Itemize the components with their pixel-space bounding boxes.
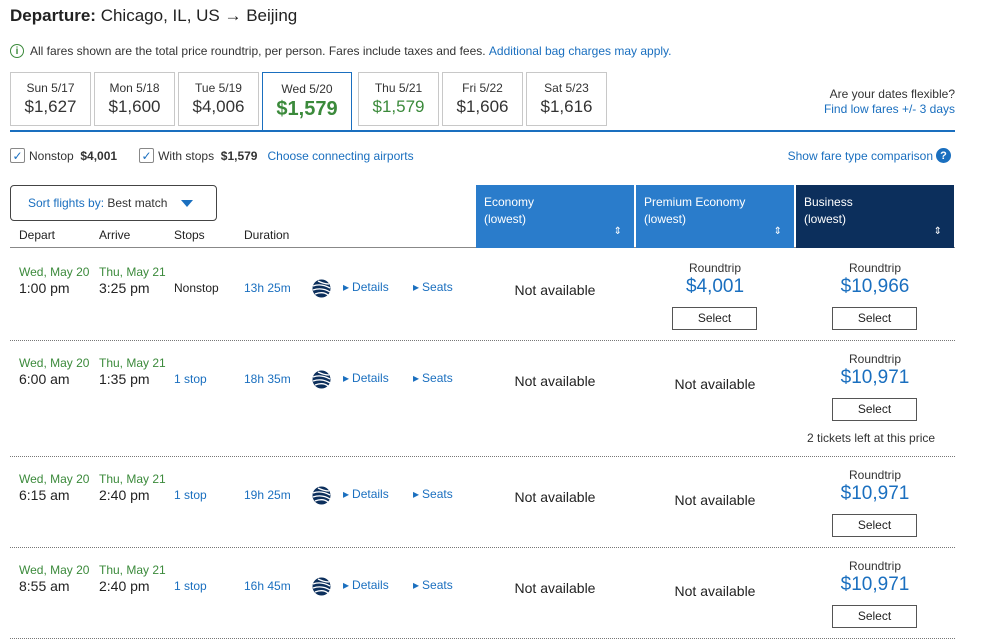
business-price: $10,966 [840,276,910,297]
economy-not-available: Not available [514,373,596,389]
fare-info-text: All fares shown are the total price roun… [30,44,486,58]
arrive-date: Thu, May 21 [99,356,166,370]
nonstop-checkbox[interactable]: ✓ [10,148,25,163]
date-tab[interactable]: Thu 5/21 $1,579 [358,72,439,126]
help-icon[interactable]: ? [936,148,951,163]
stops-label[interactable]: 1 stop [174,372,207,386]
stop-filters: ✓ Nonstop $4,001 ✓ With stops $1,579 Cho… [10,148,414,163]
sort-arrows-icon: ⇕ [933,226,942,237]
row-divider [10,547,955,548]
premium-not-available: Not available [674,583,756,599]
depart-date: Wed, May 20 [19,563,90,577]
arrive-time: 2:40 pm [99,487,150,503]
row-divider [10,638,955,639]
find-low-fares-link[interactable]: Find low fares +/- 3 days [824,102,955,117]
date-tab[interactable]: Sat 5/23 $1,616 [526,72,607,126]
depart-time: 6:15 am [19,487,70,503]
premium-not-available: Not available [674,376,756,392]
stops-label[interactable]: 1 stop [174,579,207,593]
col-arrive[interactable]: Arrive [99,228,130,242]
row-divider [10,456,955,457]
sort-arrows-icon: ⇕ [613,226,622,237]
business-roundtrip-label: Roundtrip [848,468,902,482]
chevron-down-icon [181,199,194,207]
sort-dropdown[interactable]: Sort flights by: Best match [10,185,217,221]
depart-date: Wed, May 20 [19,265,90,279]
depart-date: Wed, May 20 [19,356,90,370]
bag-charges-link[interactable]: Additional bag charges may apply. [489,44,672,58]
business-price: $10,971 [840,574,910,595]
arrive-time: 3:25 pm [99,280,150,296]
economy-not-available: Not available [514,580,596,596]
duration: 16h 45m [244,579,291,593]
date-tabs-underline [10,130,955,132]
seats-link[interactable]: Seats [413,578,453,592]
col-duration[interactable]: Duration [244,228,289,242]
business-price: $10,971 [840,367,910,388]
details-link[interactable]: Details [343,487,389,501]
premium-price: $4,001 [685,276,745,297]
date-tab[interactable]: Mon 5/18 $1,600 [94,72,175,126]
cabin-premium-header[interactable]: Premium Economy (lowest) ⇕ [636,185,794,248]
depart-time: 6:00 am [19,371,70,387]
date-tab[interactable]: Tue 5/19 $4,006 [178,72,259,126]
seats-left-note: 2 tickets left at this price [807,431,936,445]
fare-comparison[interactable]: Show fare type comparison ? [788,148,951,163]
date-tab[interactable]: Wed 5/20 $1,579 [262,72,352,132]
depart-date: Wed, May 20 [19,472,90,486]
arrive-date: Thu, May 21 [99,472,166,486]
withstops-checkbox[interactable]: ✓ [139,148,155,163]
seats-link[interactable]: Seats [413,280,453,294]
depart-time: 1:00 pm [19,280,70,296]
details-link[interactable]: Details [343,578,389,592]
info-icon: i [10,44,24,58]
business-select-button[interactable]: Select [832,605,917,628]
duration: 19h 25m [244,488,291,502]
page-title: Departure: Chicago, IL, US → Beijing [10,6,298,25]
duration: 13h 25m [244,281,291,295]
fare-info: i All fares shown are the total price ro… [10,44,671,58]
arrive-date: Thu, May 21 [99,563,166,577]
stops-label: Nonstop [174,281,219,295]
duration: 18h 35m [244,372,291,386]
date-tab[interactable]: Sun 5/17 $1,627 [10,72,91,126]
connecting-airports-link[interactable]: Choose connecting airports [267,149,413,163]
economy-not-available: Not available [514,489,596,505]
airline-globe-icon [312,370,331,389]
business-roundtrip-label: Roundtrip [848,352,902,366]
business-select-button[interactable]: Select [832,514,917,537]
economy-not-available: Not available [514,282,596,298]
premium-select-button[interactable]: Select [672,307,757,330]
business-select-button[interactable]: Select [832,307,917,330]
seats-link[interactable]: Seats [413,487,453,501]
airline-globe-icon [312,486,331,505]
date-tab[interactable]: Fri 5/22 $1,606 [442,72,523,126]
stops-label[interactable]: 1 stop [174,488,207,502]
airline-globe-icon [312,577,331,596]
premium-roundtrip-label: Roundtrip [688,261,742,275]
airline-globe-icon [312,279,331,298]
business-price: $10,971 [840,483,910,504]
depart-time: 8:55 am [19,578,70,594]
business-roundtrip-label: Roundtrip [848,559,902,573]
row-divider [10,340,955,341]
arrive-time: 1:35 pm [99,371,150,387]
cabin-business-header[interactable]: Business (lowest) ⇕ [796,185,954,248]
sort-arrows-icon: ⇕ [773,226,782,237]
cabin-economy-header[interactable]: Economy (lowest) ⇕ [476,185,634,248]
business-roundtrip-label: Roundtrip [848,261,902,275]
seats-link[interactable]: Seats [413,371,453,385]
arrive-time: 2:40 pm [99,578,150,594]
arrive-date: Thu, May 21 [99,265,166,279]
details-link[interactable]: Details [343,280,389,294]
col-stops[interactable]: Stops [174,228,205,242]
col-depart[interactable]: Depart [19,228,55,242]
details-link[interactable]: Details [343,371,389,385]
flexible-dates: Are your dates flexible? Find low fares … [823,87,955,117]
premium-not-available: Not available [674,492,756,508]
business-select-button[interactable]: Select [832,398,917,421]
